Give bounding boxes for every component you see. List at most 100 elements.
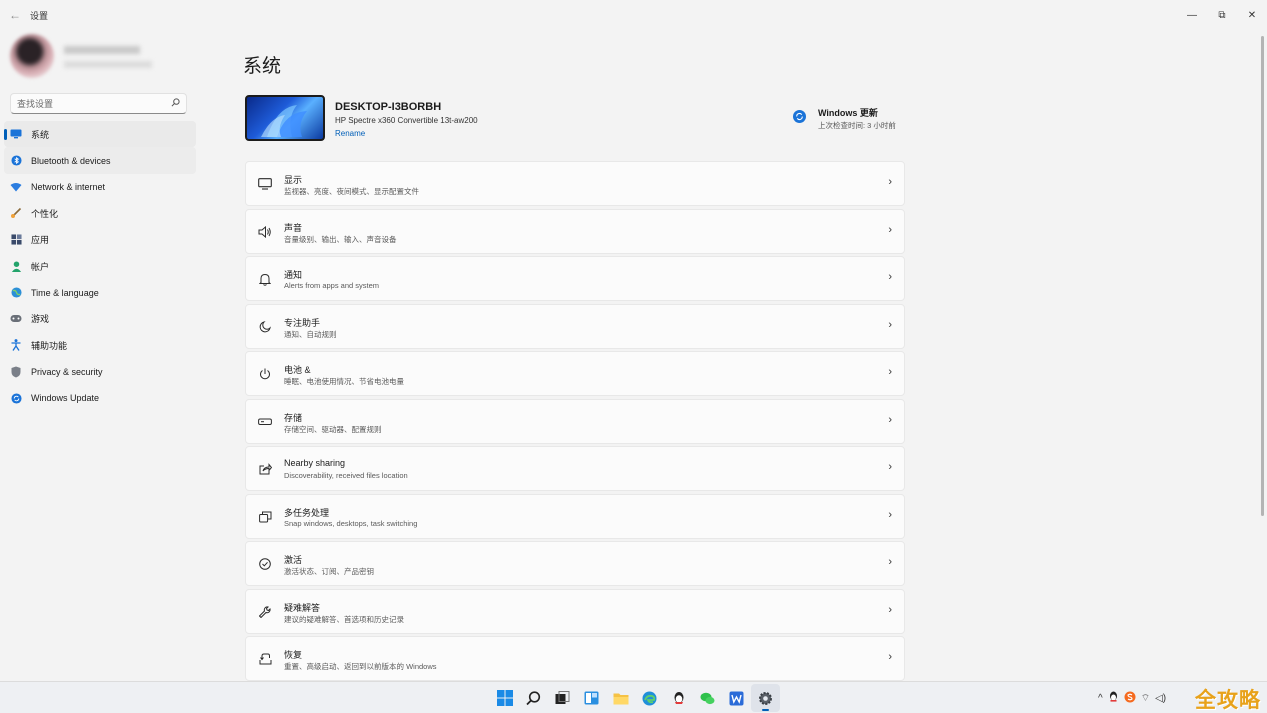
gamepad-icon bbox=[10, 313, 22, 325]
sidebar-item-label: Time & language bbox=[31, 287, 99, 298]
file-explorer-icon[interactable] bbox=[606, 684, 635, 712]
sidebar-item-accounts[interactable]: 帐户 bbox=[4, 253, 196, 279]
wrench-icon bbox=[257, 604, 273, 620]
settings-row-sound[interactable]: 声音 音量级别、输出、输入、声音设备 › bbox=[245, 208, 905, 254]
wifi-icon bbox=[10, 181, 22, 193]
row-subtitle: 音量级别、输出、输入、声音设备 bbox=[284, 234, 397, 244]
settings-row-storage[interactable]: 存储 存储空间、驱动器、配置规则 › bbox=[245, 398, 905, 444]
search-box[interactable] bbox=[10, 93, 187, 114]
chevron-right-icon: › bbox=[888, 556, 892, 568]
sidebar-item-label: 游戏 bbox=[31, 314, 50, 325]
sidebar-item-accessibility[interactable]: 辅助功能 bbox=[4, 332, 196, 358]
chevron-right-icon: › bbox=[888, 603, 892, 616]
row-title: 显示 bbox=[284, 175, 303, 185]
task-view-icon[interactable] bbox=[548, 684, 577, 712]
settings-row-recovery[interactable]: 恢复 重置、高级启动、返回到以前版本的 Windows › bbox=[245, 636, 905, 681]
sidebar-item-label: Windows Update bbox=[31, 393, 100, 404]
device-model: HP Spectre x360 Convertible 13t-aw200 bbox=[335, 116, 478, 125]
volume-icon[interactable]: ◁) bbox=[1155, 693, 1166, 704]
settings-row-display[interactable]: 显示 监视器、亮度、夜间模式、显示配置文件 › bbox=[245, 161, 905, 206]
chevron-right-icon: › bbox=[888, 508, 892, 521]
edge-icon[interactable] bbox=[635, 684, 664, 712]
sidebar-item-bluetooth[interactable]: Bluetooth & devices bbox=[4, 147, 196, 174]
search-icon[interactable] bbox=[519, 684, 548, 712]
sidebar-item-privacy[interactable]: Privacy & security bbox=[4, 359, 196, 385]
scrollbar[interactable] bbox=[1261, 36, 1264, 516]
windows-start-icon[interactable] bbox=[490, 684, 519, 712]
check-circle-icon bbox=[257, 556, 273, 572]
window-controls: — ⧉ ✕ bbox=[1177, 0, 1267, 30]
search-icon[interactable] bbox=[171, 98, 180, 109]
sogou-ime-icon[interactable] bbox=[1124, 691, 1136, 706]
bluetooth-icon bbox=[10, 155, 22, 167]
sidebar-item-personalization[interactable]: 个性化 bbox=[4, 200, 196, 226]
row-subtitle: 存储空间、驱动器、配置规则 bbox=[284, 424, 382, 434]
sidebar-item-label: 帐户 bbox=[31, 261, 50, 272]
word-icon[interactable] bbox=[722, 684, 751, 712]
sidebar-item-windows-update[interactable]: Windows Update bbox=[4, 385, 196, 411]
back-button[interactable]: ← bbox=[0, 0, 30, 30]
chevron-right-icon: › bbox=[888, 651, 892, 663]
user-profile[interactable] bbox=[10, 34, 190, 78]
wechat-icon[interactable] bbox=[693, 684, 722, 712]
sidebar-item-label: 辅助功能 bbox=[31, 340, 68, 351]
watermark-logo: 全攻略 bbox=[1195, 688, 1261, 712]
widgets-icon[interactable] bbox=[577, 684, 606, 712]
sidebar-item-time-language[interactable]: Time & language bbox=[4, 279, 196, 305]
row-subtitle: Alerts from apps and system bbox=[284, 281, 380, 290]
wifi-icon[interactable]: ⌔ bbox=[1141, 692, 1150, 705]
row-title: 激活 bbox=[284, 555, 303, 565]
share-icon bbox=[257, 461, 273, 477]
back-arrow-icon: ← bbox=[9, 8, 21, 22]
minimize-button[interactable]: — bbox=[1177, 0, 1207, 30]
chevron-right-icon: › bbox=[888, 366, 892, 378]
row-title: 通知 bbox=[284, 270, 303, 280]
update-icon bbox=[10, 392, 22, 404]
rename-link[interactable]: Rename bbox=[335, 129, 365, 138]
settings-row-power-battery[interactable]: 电池 & 睡眠、电池使用情况、节省电池电量 › bbox=[245, 351, 905, 396]
globe-icon bbox=[10, 287, 22, 299]
chevron-right-icon: › bbox=[888, 461, 892, 473]
settings-row-focus-assist[interactable]: 专注助手 通知、自动规则 › bbox=[245, 303, 905, 349]
chevron-right-icon: › bbox=[888, 176, 892, 188]
active-indicator bbox=[4, 129, 7, 140]
monitor-icon bbox=[10, 128, 22, 140]
row-subtitle: 通知、自动规则 bbox=[284, 329, 337, 339]
recovery-icon bbox=[257, 651, 273, 667]
row-title: 声音 bbox=[284, 222, 303, 233]
row-subtitle: 重置、高级启动、返回到以前版本的 Windows bbox=[284, 662, 437, 671]
chevron-right-icon: › bbox=[888, 318, 892, 331]
update-title: Windows 更新 bbox=[818, 108, 878, 118]
row-subtitle: Snap windows, desktops, task switching bbox=[284, 518, 418, 528]
settings-row-activation[interactable]: 激活 激活状态、订阅、产品密钥 › bbox=[245, 541, 905, 586]
sidebar-item-gaming[interactable]: 游戏 bbox=[4, 306, 196, 332]
row-title: 专注助手 bbox=[284, 317, 321, 328]
sidebar-item-label: 个性化 bbox=[31, 208, 59, 219]
settings-row-multitasking[interactable]: 多任务处理 Snap windows, desktops, task switc… bbox=[245, 493, 905, 539]
qq-tray-icon[interactable] bbox=[1108, 691, 1119, 706]
qq-icon[interactable] bbox=[664, 684, 693, 712]
sidebar-item-label: Network & internet bbox=[31, 181, 106, 192]
row-subtitle: 睡眠、电池使用情况、节省电池电量 bbox=[284, 377, 404, 386]
brush-icon bbox=[10, 207, 22, 219]
storage-icon bbox=[257, 414, 273, 430]
bell-icon bbox=[257, 271, 273, 287]
row-title: 多任务处理 bbox=[284, 507, 330, 518]
sidebar-item-network[interactable]: Network & internet bbox=[4, 174, 196, 200]
sidebar-item-label: 系统 bbox=[31, 129, 50, 140]
sidebar-item-system[interactable]: 系统 bbox=[4, 121, 196, 148]
close-button[interactable]: ✕ bbox=[1237, 0, 1267, 30]
app-title: 设置 bbox=[30, 10, 49, 21]
settings-icon[interactable] bbox=[751, 684, 780, 712]
search-input[interactable] bbox=[17, 98, 171, 109]
show-hidden-icons-chevron-icon[interactable]: ^ bbox=[1098, 693, 1103, 704]
settings-row-nearby-sharing[interactable]: Nearby sharing Discoverability, received… bbox=[245, 446, 905, 491]
settings-row-notifications[interactable]: 通知 Alerts from apps and system › bbox=[245, 256, 905, 301]
settings-row-troubleshoot[interactable]: 疑难解答 建议的疑难解答、首选项和历史记录 › bbox=[245, 588, 905, 634]
avatar[interactable] bbox=[10, 34, 54, 78]
restore-button[interactable]: ⧉ bbox=[1207, 0, 1237, 30]
moon-icon bbox=[257, 319, 273, 335]
windows-update-status[interactable]: Windows 更新 上次检查时间: 3 小时前 bbox=[793, 103, 905, 133]
sidebar-item-apps[interactable]: 应用 bbox=[4, 227, 196, 253]
device-header: DESKTOP-I3BORBH HP Spectre x360 Converti… bbox=[245, 95, 905, 143]
